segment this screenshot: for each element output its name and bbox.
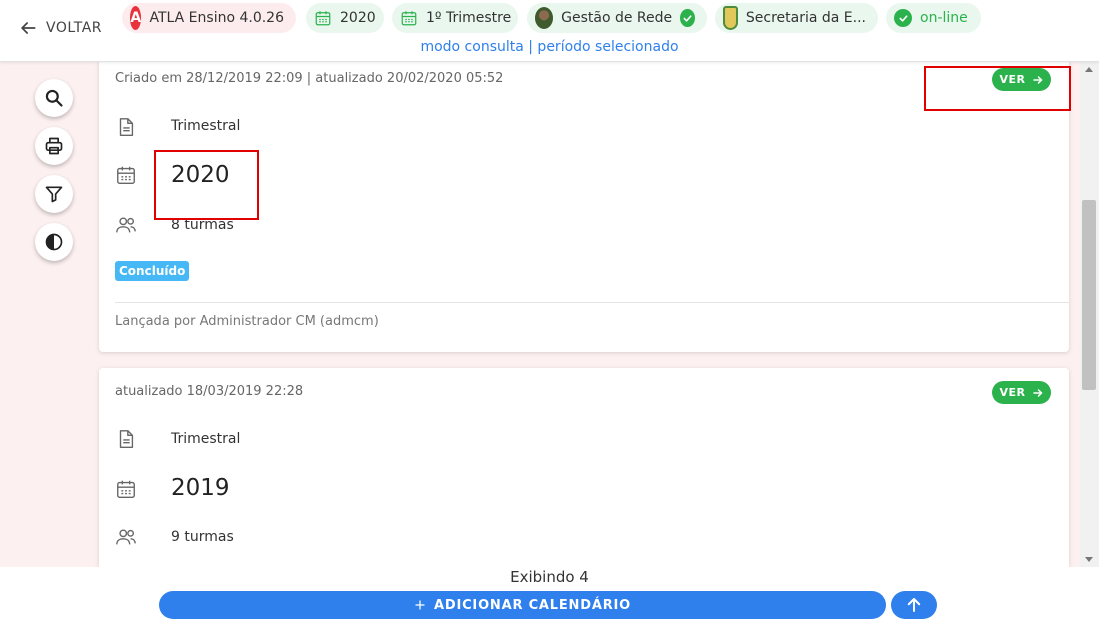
highlight-year [154,150,259,220]
arrow-right-icon [1032,388,1042,397]
print-button[interactable] [35,127,73,165]
scroll-top-button[interactable] [891,591,937,619]
print-icon [45,137,63,155]
atla-logo-icon: A [130,6,142,30]
period-type: Trimestral [171,118,241,134]
card-divider [115,302,1069,303]
calendar-icon [400,9,418,27]
online-status-chip[interactable]: on-line [886,3,981,33]
period-type: Trimestral [171,431,241,447]
contrast-button[interactable] [35,223,73,261]
crest-icon [723,6,738,30]
card-footer: Lançada por Administrador CM (admcm) [115,314,379,329]
card-meta: atualizado 18/03/2019 22:28 [115,384,304,399]
highlight-ver-button [924,66,1071,111]
turmas-count: 9 turmas [171,529,234,545]
people-icon [116,217,136,233]
mode-indicator: modo consulta | período selecionado [420,39,679,55]
search-button[interactable] [35,79,73,117]
search-icon [45,89,63,107]
filter-icon [45,186,63,203]
year-chip[interactable]: 2020 [306,3,384,33]
arrow-up-icon [907,598,921,612]
card-meta: Criado em 28/12/2019 22:09 | atualizado … [115,71,504,86]
vertical-scrollbar[interactable] [1080,62,1099,567]
secretaria-label: Secretaria da E... [745,10,866,26]
add-calendar-button[interactable]: ADICIONAR CALENDÁRIO [159,591,886,619]
people-icon [116,529,136,545]
app-version-chip[interactable]: A ATLA Ensino 4.0.26 [122,3,296,33]
ver-label: VER [999,386,1026,399]
bottom-bar: Exibindo 4 ADICIONAR CALENDÁRIO [0,567,1099,620]
ver-button[interactable]: VER [992,381,1051,404]
filter-button[interactable] [35,175,73,213]
status-badge: Concluído [115,261,190,281]
contrast-icon [45,233,63,251]
year-label: 2020 [340,10,376,26]
document-icon [119,430,134,448]
check-icon [680,9,695,27]
calendar-icon [314,9,332,27]
check-icon [894,9,912,27]
scroll-up-arrow[interactable] [1085,67,1093,72]
plus-icon [415,600,425,610]
user-avatar-icon [535,7,554,29]
trimestre-label: 1º Trimestre [426,10,512,26]
back-label: VOLTAR [46,20,102,36]
scroll-thumb[interactable] [1082,200,1096,390]
app-version-label: ATLA Ensino 4.0.26 [149,10,284,26]
scroll-down-arrow[interactable] [1085,557,1093,562]
add-calendar-label: ADICIONAR CALENDÁRIO [434,597,631,613]
calendar-icon [117,166,135,184]
online-label: on-line [920,10,968,26]
trimestre-chip[interactable]: 1º Trimestre [392,3,518,33]
calendar-icon [117,480,135,498]
gestao-label: Gestão de Rede [561,10,673,26]
result-count: Exibindo 4 [510,568,589,586]
calendar-card: atualizado 18/03/2019 22:28 VER Trimestr… [99,368,1069,567]
document-icon [119,118,134,136]
content-area: Criado em 28/12/2019 22:09 | atualizado … [0,62,1080,567]
secretaria-chip[interactable]: Secretaria da E... [715,3,878,33]
calendar-year: 2019 [171,475,230,501]
top-header: VOLTAR A ATLA Ensino 4.0.26 2020 1º Trim… [0,0,1099,62]
back-button[interactable]: VOLTAR [18,18,102,38]
gestao-chip[interactable]: Gestão de Rede [527,3,707,33]
arrow-left-icon [21,22,36,34]
